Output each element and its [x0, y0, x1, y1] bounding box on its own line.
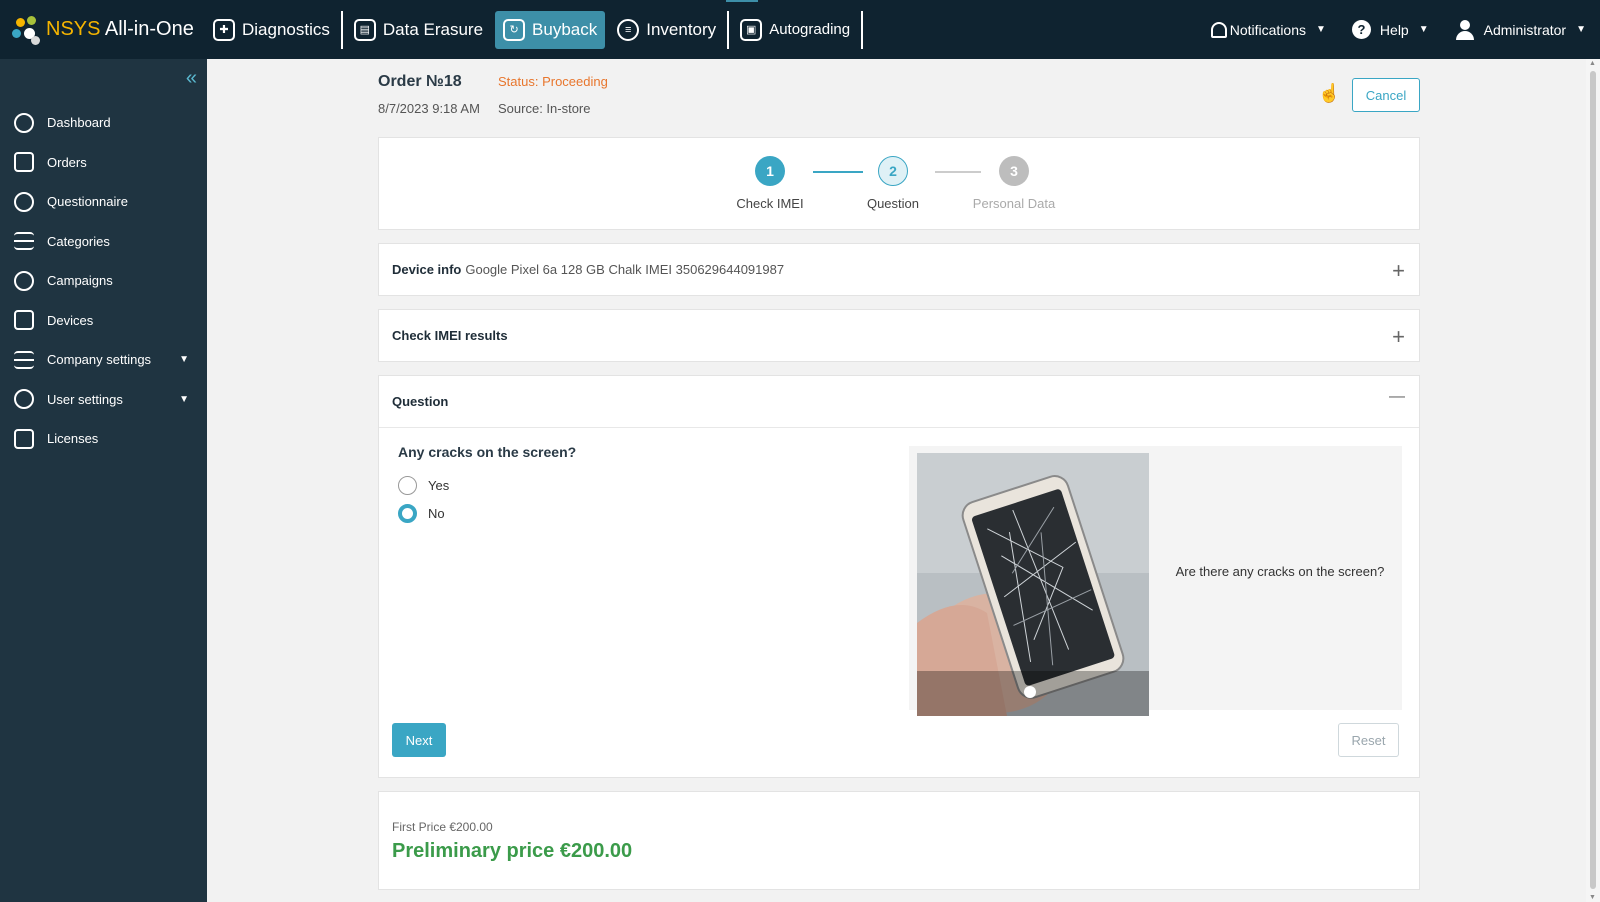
- divider: [340, 10, 343, 49]
- bell-icon: [1210, 21, 1227, 38]
- sidebar-item-licenses[interactable]: Licenses: [0, 419, 207, 459]
- sliders-icon: [14, 350, 34, 369]
- step-label: Check IMEI: [736, 196, 804, 211]
- phone-exchange-icon: ↻: [503, 18, 526, 41]
- scrollbar-thumb[interactable]: [1590, 71, 1596, 889]
- sidebar-item-categories[interactable]: Categories: [0, 222, 207, 262]
- list-icon: [14, 232, 34, 251]
- questionnaire-icon: [14, 191, 34, 212]
- brand-name: NSYS All-in-One: [46, 18, 194, 40]
- devices-icon: [14, 310, 34, 331]
- caret-down-icon: ▼: [1576, 24, 1586, 35]
- question-text: Any cracks on the screen?: [398, 444, 577, 460]
- order-title: Order №18: [378, 73, 462, 90]
- sidebar-item-questionnaire[interactable]: Questionnaire: [0, 182, 207, 222]
- step-number: 1: [755, 156, 785, 186]
- help-icon: ?: [1351, 20, 1371, 39]
- sidebar-item-user-settings[interactable]: User settings ▼: [0, 380, 207, 420]
- cracked-phone-illustration: [917, 453, 1149, 716]
- radio-yes[interactable]: [398, 476, 417, 495]
- imei-results-panel[interactable]: Check IMEI results +: [378, 309, 1420, 362]
- percent-badge-icon: [14, 270, 34, 291]
- imei-results-label: Check IMEI results: [392, 328, 508, 343]
- device-info-panel[interactable]: Device info Google Pixel 6a 128 GB Chalk…: [378, 243, 1420, 296]
- step-check-imei[interactable]: 1 Check IMEI: [715, 156, 825, 211]
- top-bar: NSYS All-in-One ✚ Diagnostics ▤ Data Era…: [0, 0, 1600, 59]
- preliminary-price: Preliminary price €200.00: [392, 840, 633, 862]
- user-menu[interactable]: Administrator ▼: [1455, 19, 1586, 40]
- caret-down-icon: ▼: [1418, 24, 1429, 35]
- expand-icon[interactable]: +: [1392, 324, 1405, 350]
- question-panel: Question — Any cracks on the screen? Yes…: [378, 375, 1420, 778]
- cancel-button[interactable]: Cancel: [1352, 78, 1420, 112]
- module-nav: ✚ Diagnostics ▤ Data Erasure ↻ Buyback ≡…: [205, 0, 866, 59]
- collapse-icon[interactable]: —: [1389, 388, 1405, 406]
- expand-icon[interactable]: +: [1392, 258, 1405, 284]
- step-personal-data[interactable]: 3 Personal Data: [959, 156, 1069, 211]
- stepper: 1 Check IMEI 2 Question 3 Personal Data: [378, 137, 1420, 230]
- document-icon: [14, 428, 34, 449]
- top-right-menu: Notifications ▼ ? Help ▼ Administrator ▼: [1185, 0, 1600, 59]
- caret-down-icon: ▼: [179, 393, 189, 405]
- scroll-down-icon[interactable]: ▼: [1589, 894, 1596, 901]
- eraser-icon: ▤: [353, 18, 376, 41]
- reset-button[interactable]: Reset: [1338, 723, 1399, 757]
- module-autograding[interactable]: ▣ Autograding: [732, 11, 858, 49]
- nsys-logo-icon: [12, 15, 40, 45]
- device-info-value: Google Pixel 6a 128 GB Chalk IMEI 350629…: [465, 262, 785, 277]
- divider: [727, 10, 730, 49]
- order-source: Source: In-store: [498, 101, 591, 116]
- scroll-up-icon[interactable]: ▲: [1589, 60, 1596, 67]
- sidebar-item-company-settings[interactable]: Company settings ▼: [0, 340, 207, 380]
- module-diagnostics[interactable]: ✚ Diagnostics: [205, 11, 338, 49]
- sidebar-item-orders[interactable]: Orders: [0, 143, 207, 183]
- option-yes[interactable]: Yes: [398, 476, 449, 495]
- order-date: 8/7/2023 9:18 AM: [378, 101, 480, 116]
- help-menu[interactable]: ? Help ▼: [1351, 20, 1429, 39]
- option-no[interactable]: No: [398, 504, 445, 523]
- step-label: Personal Data: [972, 196, 1056, 211]
- question-caption: Are there any cracks on the screen?: [1175, 564, 1385, 579]
- module-inventory[interactable]: ≡ Inventory: [609, 11, 724, 49]
- collapse-sidebar-icon[interactable]: «: [186, 67, 197, 90]
- gear-icon: [14, 389, 34, 410]
- sidebar-item-devices[interactable]: Devices: [0, 301, 207, 341]
- brand[interactable]: NSYS All-in-One: [0, 0, 205, 59]
- question-header[interactable]: Question —: [379, 376, 1419, 428]
- question-illustration-panel: Are there any cracks on the screen?: [909, 446, 1402, 716]
- orders-icon: [14, 152, 34, 173]
- sidebar-item-dashboard[interactable]: Dashboard: [0, 103, 207, 143]
- order-header: Order №18 Status: Proceeding 8/7/2023 9:…: [378, 59, 1420, 137]
- sidebar: « Dashboard Orders Questionnaire Categor…: [0, 59, 207, 902]
- sidebar-item-campaigns[interactable]: Campaigns: [0, 261, 207, 301]
- step-number: 2: [878, 156, 908, 186]
- cracked-phone-image: [917, 453, 1149, 716]
- user-icon: [1455, 19, 1475, 40]
- sidebar-nav: Dashboard Orders Questionnaire Categorie…: [0, 103, 207, 459]
- carousel-dot[interactable]: [1024, 686, 1036, 698]
- next-button[interactable]: Next: [392, 723, 446, 757]
- autograding-icon: ▣: [740, 18, 763, 41]
- step-number: 3: [999, 156, 1029, 186]
- notifications-menu[interactable]: Notifications ▼: [1210, 21, 1326, 38]
- page-scrollbar[interactable]: ▲ ▼: [1586, 59, 1600, 902]
- step-question[interactable]: 2 Question: [838, 156, 948, 211]
- caret-down-icon: ▼: [1316, 24, 1326, 35]
- radio-no[interactable]: [398, 504, 417, 523]
- stethoscope-icon: ✚: [213, 18, 235, 41]
- first-price: First Price €200.00: [392, 820, 493, 834]
- inventory-icon: ≡: [617, 18, 640, 41]
- active-tab-indicator: [726, 0, 758, 2]
- dashboard-icon: [14, 112, 34, 133]
- caret-down-icon: ▼: [179, 354, 189, 366]
- pointer-hand-icon: ☝: [1318, 83, 1341, 103]
- status-badge: Status: Proceeding: [498, 74, 608, 89]
- divider: [861, 10, 864, 49]
- module-buyback[interactable]: ↻ Buyback: [495, 10, 606, 49]
- device-info-label: Device info: [392, 262, 462, 277]
- module-data-erasure[interactable]: ▤ Data Erasure: [346, 11, 491, 49]
- step-label: Question: [866, 196, 920, 211]
- price-panel: First Price €200.00 Preliminary price €2…: [378, 791, 1420, 890]
- main-content: Order №18 Status: Proceeding 8/7/2023 9:…: [378, 59, 1420, 890]
